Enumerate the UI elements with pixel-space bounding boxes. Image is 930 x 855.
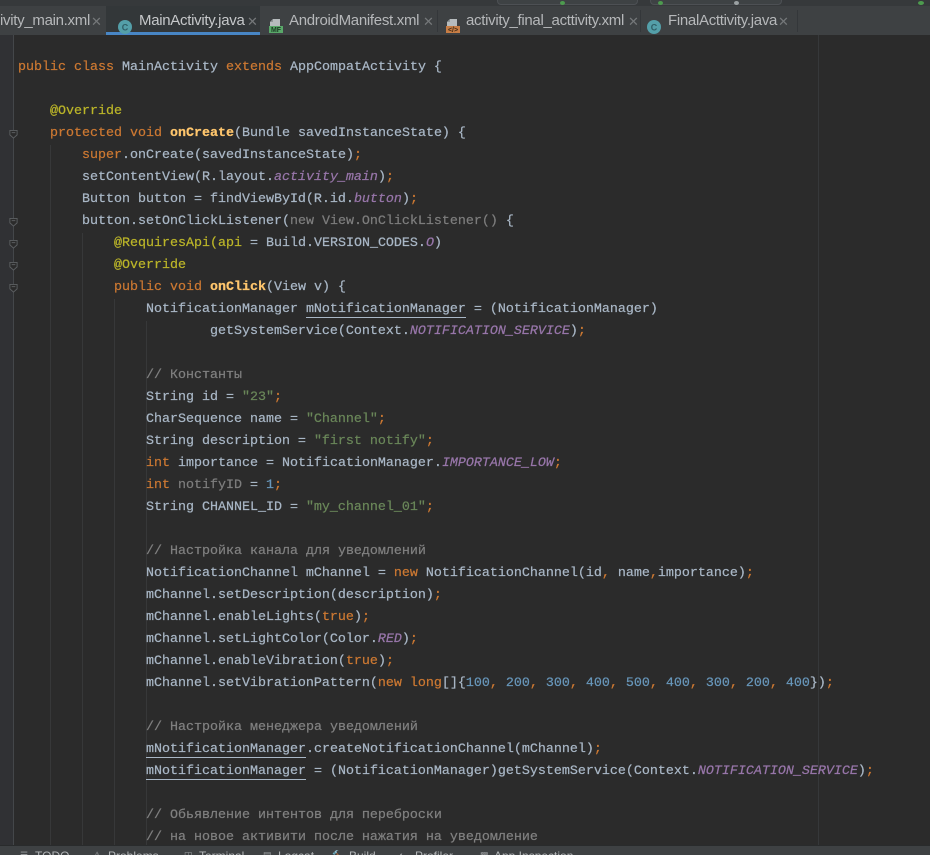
- svg-text:</>: </>: [448, 27, 458, 34]
- svg-text:C: C: [122, 23, 129, 33]
- svg-text:MF: MF: [271, 27, 282, 34]
- svg-text:C: C: [651, 23, 658, 33]
